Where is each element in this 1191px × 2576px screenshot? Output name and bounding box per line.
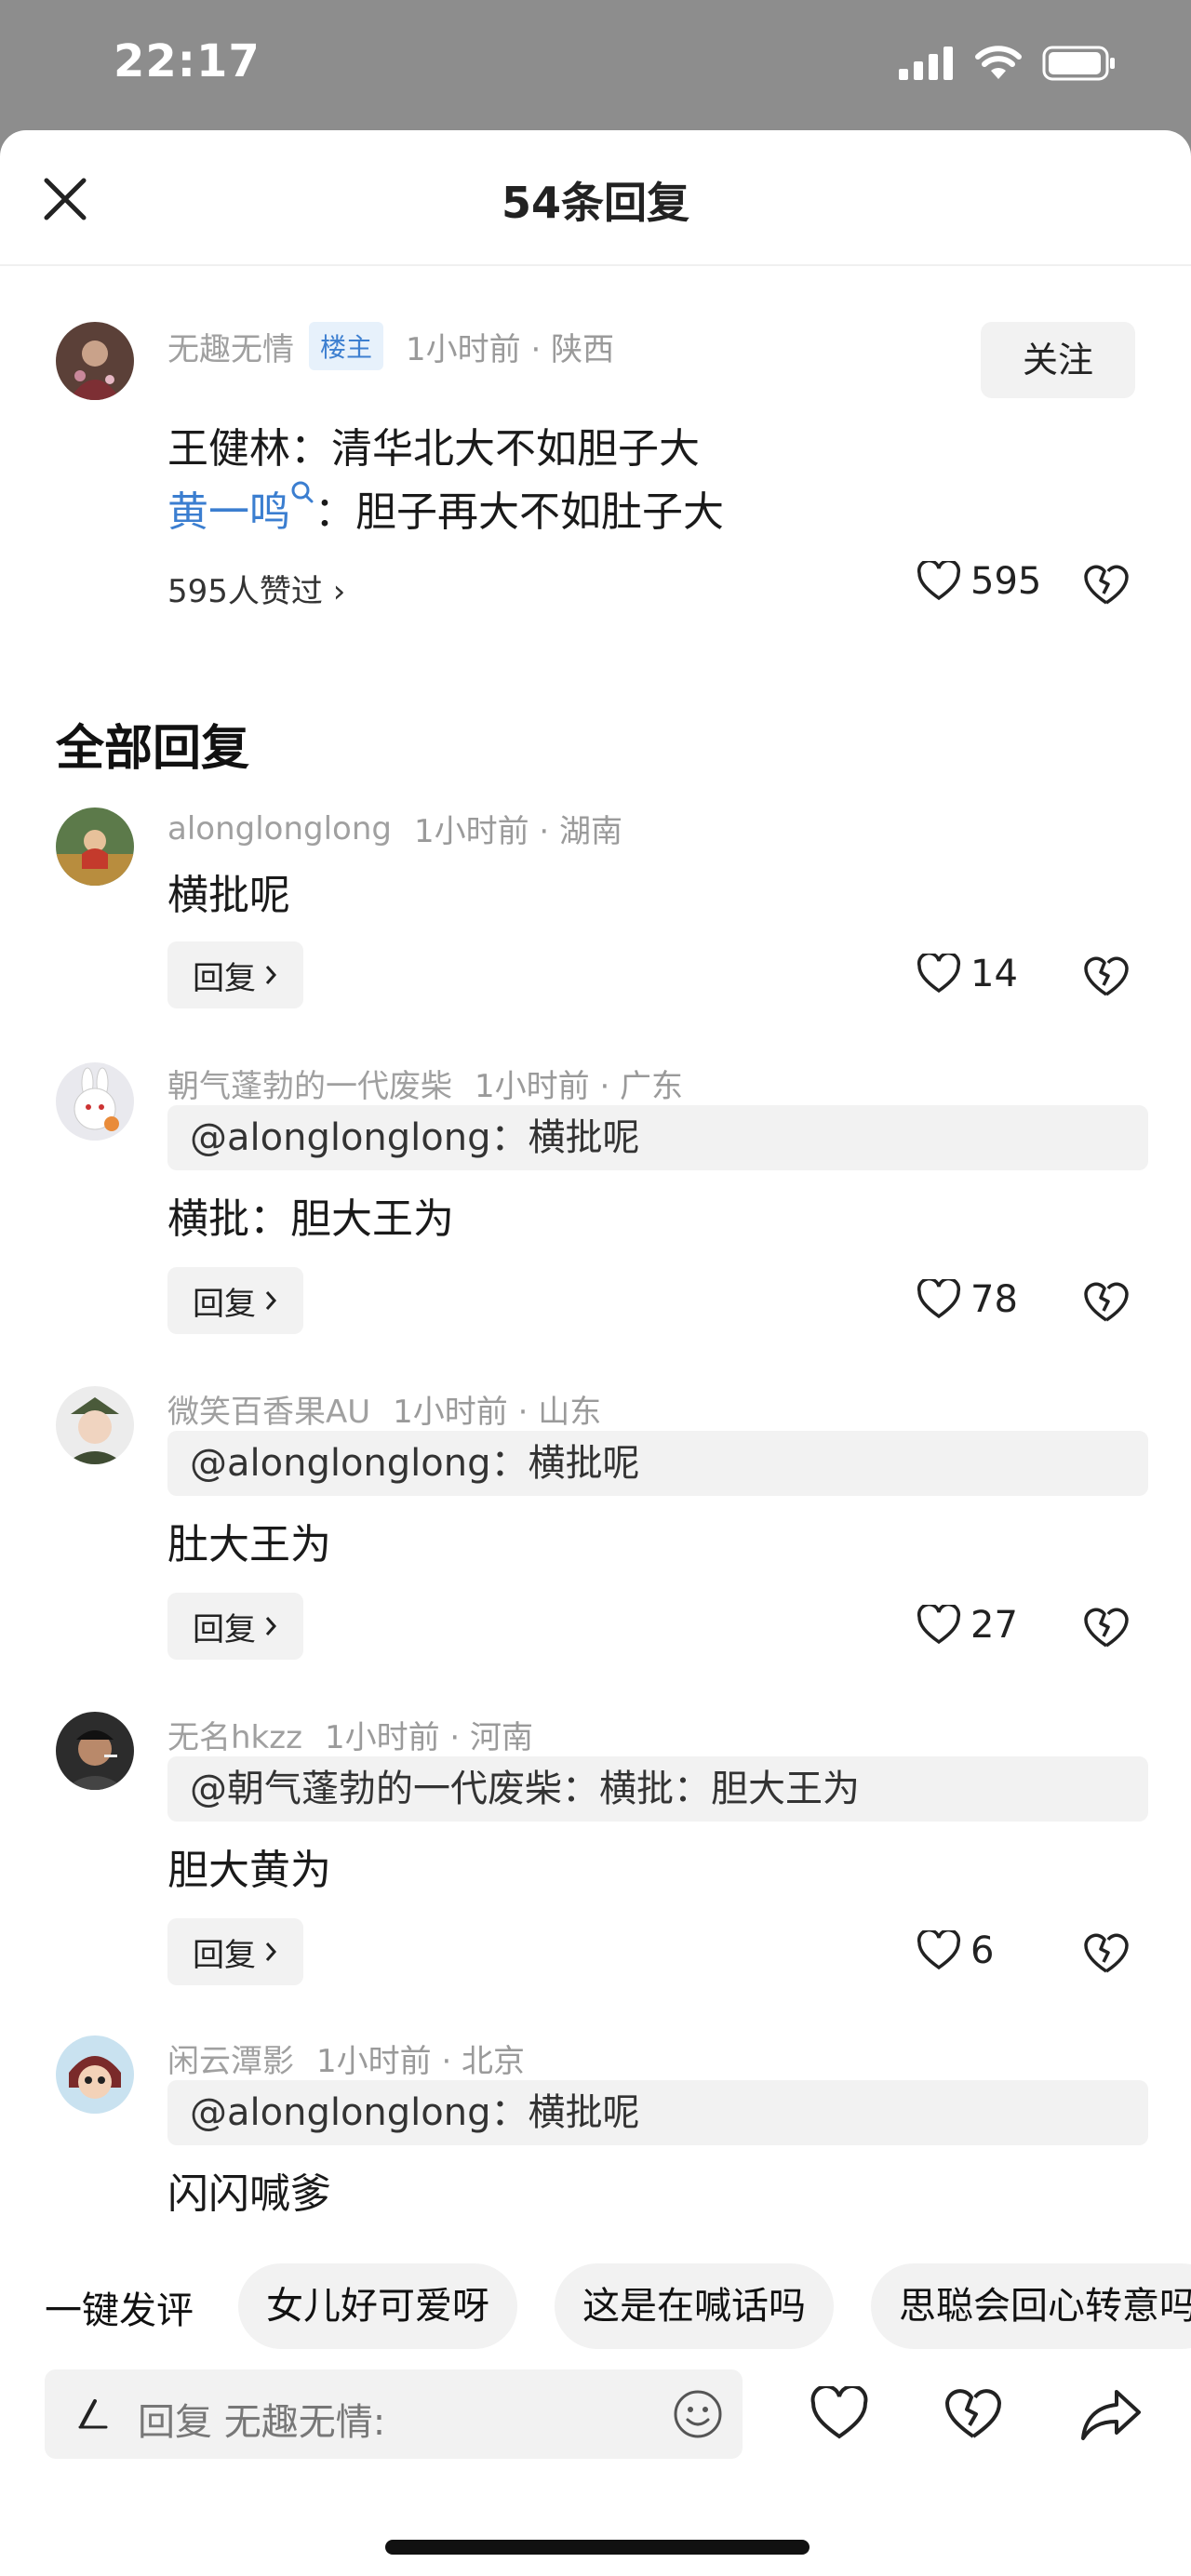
reply-text: 闪闪喊爹	[167, 2170, 331, 2218]
reply-text: 横批呢	[167, 872, 290, 919]
reply-button[interactable]: 回复	[167, 1267, 303, 1334]
home-indicator	[385, 2540, 810, 2555]
author-name[interactable]: 无趣无情	[167, 324, 294, 369]
status-time: 22:17	[114, 35, 261, 87]
avatar[interactable]	[56, 1712, 134, 1790]
like-button[interactable]: 78	[917, 1278, 1018, 1321]
time-location: 1小时前 · 北京	[316, 2043, 526, 2080]
broken-heart-icon[interactable]	[1083, 954, 1130, 1000]
author-name[interactable]: 朝气蓬勃的一代废柴	[167, 1061, 452, 1106]
avatar[interactable]	[56, 1386, 134, 1464]
chevron-right-icon	[265, 966, 277, 984]
author-name[interactable]: 闲云潭影	[167, 2035, 294, 2081]
comment-text-line1: 王健林：清华北大不如胆子大	[167, 425, 700, 473]
avatar[interactable]	[56, 322, 134, 400]
pen-icon	[78, 2399, 108, 2429]
quick-reply-chip[interactable]: 女儿好可爱呀	[238, 2263, 517, 2349]
comment-text-rest: ：胆子再大不如肚子大	[314, 488, 724, 536]
time-location: 1小时前 · 河南	[324, 1719, 533, 1756]
heart-icon	[917, 561, 961, 601]
page-title: 54条回复	[501, 178, 689, 228]
sheet-header: 54条回复	[0, 130, 1191, 266]
mention-link[interactable]: 黄一鸣	[167, 488, 290, 536]
author-name[interactable]: alonglonglong	[167, 810, 392, 848]
comment-text-line2: 黄一鸣 ：胆子再大不如肚子大	[167, 478, 724, 538]
broken-heart-icon[interactable]	[1083, 562, 1130, 608]
section-title: 全部回复	[56, 721, 250, 777]
author-name[interactable]: 无名hkzz	[167, 1712, 302, 1757]
like-count: 14	[970, 953, 1018, 995]
reply-meta: 微笑百香果AU 1小时前 · 山东	[167, 1386, 601, 1432]
status-bar: 22:17	[0, 0, 1191, 130]
reply-input[interactable]: 回复 无趣无情:	[45, 2369, 743, 2459]
broken-heart-icon[interactable]	[1083, 1930, 1130, 1977]
status-icons	[899, 45, 1117, 82]
like-button[interactable]: 14	[917, 953, 1018, 995]
reply-text: 肚大王为	[167, 1521, 331, 1568]
like-button[interactable]: 27	[917, 1604, 1018, 1647]
like-button[interactable]: 6	[917, 1929, 994, 1972]
reply-text: 横批：胆大王为	[167, 1195, 454, 1243]
chevron-right-icon	[265, 1942, 277, 1961]
search-icon	[291, 481, 314, 503]
quick-replies-label: 一键发评	[45, 2289, 194, 2332]
avatar[interactable]	[56, 2035, 134, 2114]
quoted-comment[interactable]: @朝气蓬勃的一代废柴：横批：胆大王为	[167, 1756, 1148, 1822]
reply-button[interactable]: 回复	[167, 1593, 303, 1660]
reply-meta: alonglonglong 1小时前 · 湖南	[167, 806, 622, 851]
reply-button-label: 回复	[193, 1936, 256, 1974]
reply-button-label: 回复	[193, 1610, 256, 1648]
heart-icon	[917, 1930, 961, 1970]
time-location: 1小时前 · 湖南	[413, 813, 623, 850]
reply-button[interactable]: 回复	[167, 941, 303, 1008]
quick-reply-chip[interactable]: 思聪会回心转意吗	[871, 2263, 1191, 2349]
reply-input-placeholder: 回复 无趣无情:	[138, 2401, 386, 2444]
like-icon[interactable]	[810, 2386, 869, 2442]
time-location: 1小时前 · 陕西	[406, 330, 615, 368]
emoji-icon[interactable]	[672, 2388, 724, 2440]
reply-button-label: 回复	[193, 1285, 256, 1323]
chevron-right-icon	[265, 1617, 277, 1635]
like-count: 6	[970, 1929, 995, 1972]
heart-icon	[917, 954, 961, 994]
quick-replies: 一键发评 女儿好可爱呀 这是在喊话吗 思聪会回心转意吗	[0, 2256, 1191, 2349]
battery-icon	[1042, 46, 1115, 81]
heart-icon	[917, 1605, 961, 1645]
quoted-comment[interactable]: @alonglonglong：横批呢	[167, 1105, 1148, 1170]
quoted-comment[interactable]: @alonglonglong：横批呢	[167, 2080, 1148, 2145]
time-location: 1小时前 · 山东	[393, 1394, 602, 1431]
time-location: 1小时前 · 广东	[475, 1068, 684, 1105]
reply-meta: 闲云潭影 1小时前 · 北京	[167, 2035, 525, 2081]
wifi-icon	[975, 46, 1022, 79]
quoted-comment[interactable]: @alonglonglong：横批呢	[167, 1431, 1148, 1496]
broken-heart-icon[interactable]	[1083, 1605, 1130, 1651]
avatar[interactable]	[56, 1062, 134, 1141]
like-count: 78	[970, 1278, 1018, 1321]
op-badge: 楼主	[309, 322, 384, 370]
heart-icon	[917, 1279, 961, 1319]
reply-meta: 朝气蓬勃的一代废柴 1小时前 · 广东	[167, 1061, 683, 1106]
reply-text: 胆大黄为	[167, 1847, 331, 1894]
likers-link[interactable]: 595人赞过 ›	[167, 566, 345, 611]
dislike-icon[interactable]	[943, 2386, 1003, 2442]
share-icon[interactable]	[1079, 2386, 1144, 2442]
signal-icon	[899, 47, 953, 80]
author-name[interactable]: 微笑百香果AU	[167, 1386, 370, 1432]
follow-button[interactable]: 关注	[981, 322, 1135, 398]
avatar[interactable]	[56, 808, 134, 886]
broken-heart-icon[interactable]	[1083, 1279, 1130, 1326]
replies-sheet: 54条回复 无趣无情 楼主 1小时前 · 陕西 关注 王健林：清华北大不如胆子大…	[0, 130, 1191, 2576]
comment-meta: 无趣无情 楼主 1小时前 · 陕西	[167, 322, 614, 370]
like-count: 595	[970, 560, 1042, 603]
like-count: 27	[970, 1604, 1018, 1647]
quick-reply-chip[interactable]: 这是在喊话吗	[555, 2263, 834, 2349]
like-button[interactable]: 595	[917, 560, 1041, 603]
chevron-right-icon	[265, 1291, 277, 1310]
reply-button-label: 回复	[193, 959, 256, 997]
reply-meta: 无名hkzz 1小时前 · 河南	[167, 1712, 533, 1757]
reply-button[interactable]: 回复	[167, 1918, 303, 1985]
